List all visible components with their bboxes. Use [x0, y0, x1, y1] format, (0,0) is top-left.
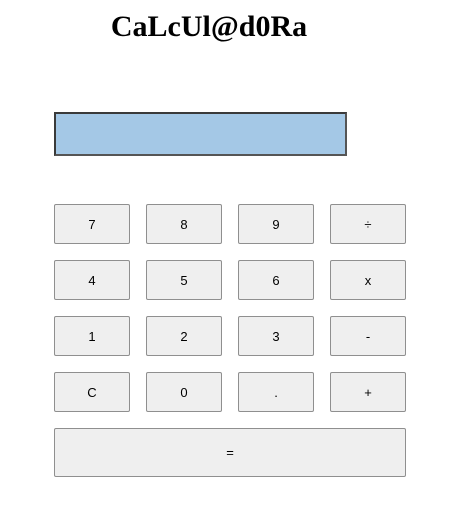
minus-button[interactable]: -: [330, 316, 406, 356]
page-title: CaLcUl@d0Ra: [110, 10, 308, 43]
key-6-button[interactable]: 6: [238, 260, 314, 300]
key-3-button[interactable]: 3: [238, 316, 314, 356]
key-7-button[interactable]: 7: [54, 204, 130, 244]
plus-button[interactable]: +: [330, 372, 406, 412]
decimal-button[interactable]: .: [238, 372, 314, 412]
equals-button[interactable]: =: [54, 428, 406, 477]
multiply-button[interactable]: x: [330, 260, 406, 300]
key-5-button[interactable]: 5: [146, 260, 222, 300]
divide-button[interactable]: ÷: [330, 204, 406, 244]
clear-button[interactable]: C: [54, 372, 130, 412]
key-4-button[interactable]: 4: [54, 260, 130, 300]
key-8-button[interactable]: 8: [146, 204, 222, 244]
calculator-display[interactable]: [54, 112, 347, 156]
key-2-button[interactable]: 2: [146, 316, 222, 356]
key-1-button[interactable]: 1: [54, 316, 130, 356]
key-0-button[interactable]: 0: [146, 372, 222, 412]
key-9-button[interactable]: 9: [238, 204, 314, 244]
